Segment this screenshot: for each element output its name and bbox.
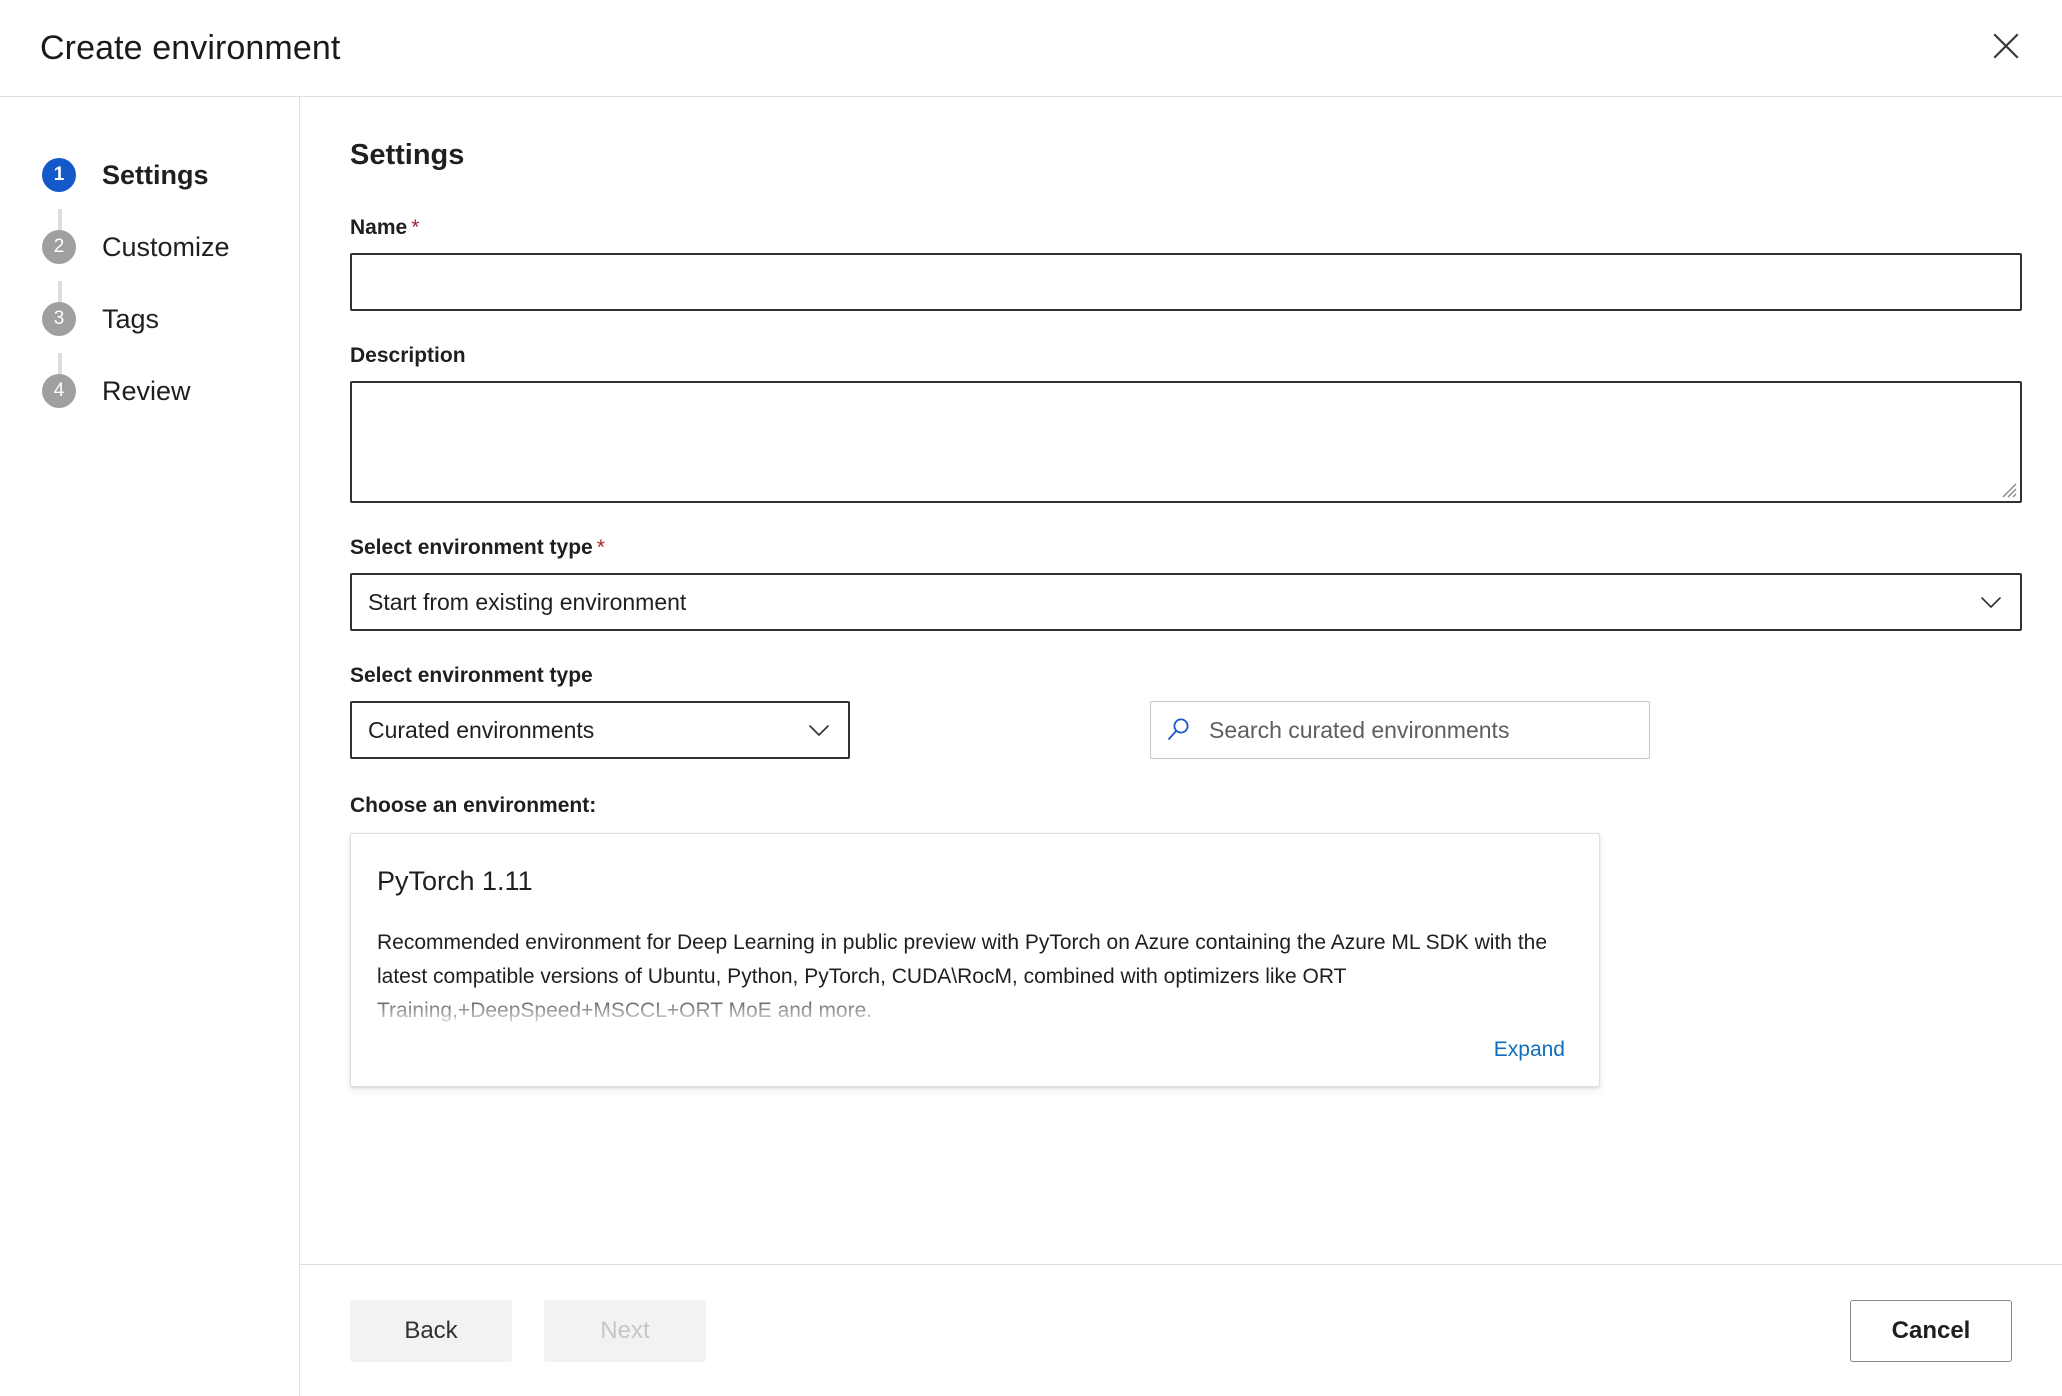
- next-button[interactable]: Next: [544, 1299, 706, 1362]
- description-label: Description: [350, 344, 466, 367]
- environment-card-description: Recommended environment for Deep Learnin…: [377, 931, 1548, 1022]
- wizard-step-customize[interactable]: 2 Customize: [0, 211, 299, 283]
- name-input[interactable]: [350, 253, 2022, 311]
- search-input[interactable]: [1207, 715, 1635, 745]
- field-environment-source: Select environment type Curated environm…: [350, 663, 850, 759]
- search-box[interactable]: [1150, 701, 1650, 759]
- environment-card-actions: Expand: [377, 1036, 1565, 1064]
- back-button[interactable]: Back: [350, 1299, 512, 1362]
- settings-form: Settings Name * Description Select envir…: [300, 97, 2062, 1396]
- field-description: Description: [350, 343, 2022, 503]
- environment-type-dropdown[interactable]: Start from existing environment: [350, 573, 2022, 631]
- environment-card-title: PyTorch 1.11: [377, 866, 533, 896]
- wizard-step-settings[interactable]: 1 Settings: [0, 139, 299, 211]
- environment-card[interactable]: PyTorch 1.11 Recommended environment for…: [350, 833, 1600, 1087]
- name-label-text: Name: [350, 216, 408, 239]
- wizard-step-label: Tags: [102, 303, 160, 334]
- section-heading: Settings: [350, 139, 465, 171]
- environment-source-value: Curated environments: [368, 717, 595, 743]
- description-textarea[interactable]: [350, 381, 2022, 503]
- name-label: Name *: [350, 215, 2022, 241]
- field-environment-type: Select environment type * Start from exis…: [350, 535, 2022, 631]
- close-button[interactable]: [1974, 14, 2038, 78]
- chevron-down-icon: [1981, 597, 2001, 608]
- required-asterisk: *: [411, 216, 420, 239]
- panel-footer: Back Next Cancel: [300, 1264, 2062, 1396]
- panel-header: Create environment: [0, 0, 2062, 96]
- step-number-badge: 4: [42, 374, 76, 408]
- environment-type-value: Start from existing environment: [368, 589, 687, 615]
- wizard-step-tags[interactable]: 3 Tags: [0, 283, 299, 355]
- step-number-badge: 3: [42, 302, 76, 336]
- cancel-button[interactable]: Cancel: [1850, 1299, 2012, 1362]
- footer-left-actions: Back Next: [350, 1299, 706, 1362]
- environment-type-label: Select environment type *: [350, 535, 2022, 561]
- page-title: Create environment: [40, 29, 341, 67]
- wizard-step-review[interactable]: 4 Review: [0, 355, 299, 427]
- expand-link[interactable]: Expand: [1494, 1036, 1565, 1064]
- search-icon: [1168, 718, 1189, 740]
- step-number-badge: 2: [42, 230, 76, 264]
- footer-right-actions: Cancel: [1850, 1299, 2012, 1362]
- panel-body: 1 Settings 2 Customize 3 Tags 4 Review S…: [0, 96, 2062, 1396]
- required-asterisk: *: [596, 536, 605, 559]
- environment-type-label-text: Select environment type: [350, 536, 593, 559]
- field-name: Name *: [350, 215, 2022, 311]
- choose-environment-label: Choose an environment:: [350, 794, 597, 817]
- close-icon: [1993, 33, 2019, 59]
- environment-source-dropdown[interactable]: Curated environments: [350, 701, 850, 759]
- wizard-steps: 1 Settings 2 Customize 3 Tags 4 Review: [0, 97, 300, 1396]
- environment-source-row: Select environment type Curated environm…: [350, 663, 2022, 759]
- wizard-step-label: Review: [102, 375, 191, 406]
- chevron-down-icon: [809, 725, 829, 736]
- wizard-step-label: Settings: [102, 159, 209, 190]
- environment-source-label: Select environment type: [350, 664, 593, 687]
- create-environment-panel: Create environment 1 Settings 2 Customiz…: [0, 0, 2062, 1396]
- step-number-badge: 1: [42, 158, 76, 192]
- wizard-step-label: Customize: [102, 231, 230, 262]
